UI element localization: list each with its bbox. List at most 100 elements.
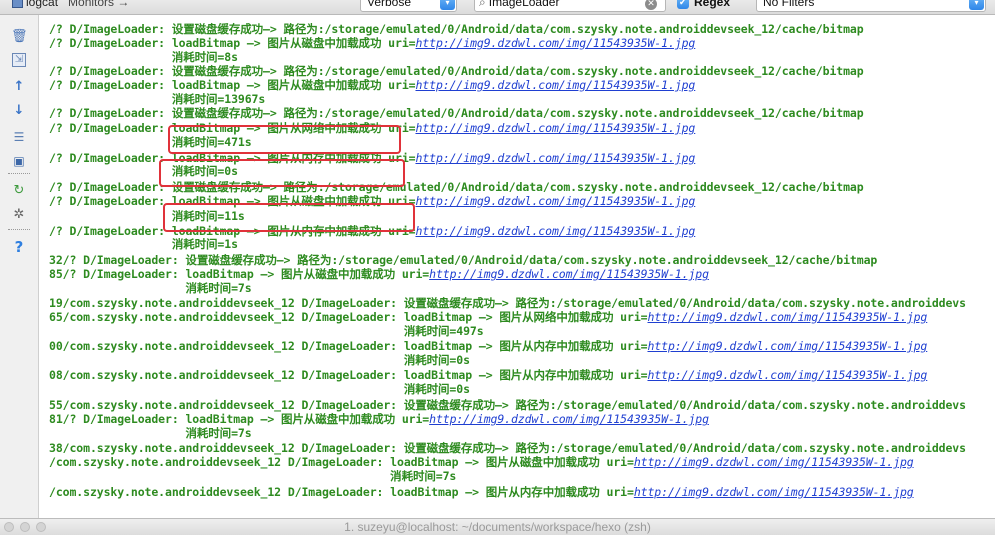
sidebar-divider [8, 229, 30, 230]
log-line: /? D/ImageLoader: loadBitmap —> 图片从磁盘中加载… [49, 37, 695, 50]
log-line: 32/? D/ImageLoader: 设置磁盘缓存成功—> 路径为:/stor… [49, 254, 877, 267]
log-url-link[interactable]: http://img9.dzdwl.com/img/11543935W-1.jp… [647, 310, 927, 324]
log-url-link[interactable]: http://img9.dzdwl.com/img/11543935W-1.jp… [415, 194, 695, 208]
settings-icon[interactable]: ✲ [11, 207, 27, 223]
regex-label: Regex [694, 0, 731, 9]
log-message: 55/com.szysky.note.androiddevseek_12 D/I… [49, 398, 966, 412]
tab-monitors[interactable]: Monitors → [68, 0, 129, 9]
log-message: 消耗时间=1s [49, 237, 238, 251]
log-line: 消耗时间=7s [49, 426, 252, 440]
log-message: 消耗时间=7s [49, 469, 457, 483]
chevron-down-icon: ▾ [440, 0, 455, 10]
log-line: /? D/ImageLoader: 设置磁盘缓存成功—> 路径为:/storag… [49, 23, 864, 36]
up-arrow-icon[interactable]: ↑ [11, 79, 27, 95]
highlight-box [163, 203, 415, 232]
log-url-link[interactable]: http://img9.dzdwl.com/img/11543935W-1.jp… [634, 485, 914, 499]
tool-tabs: logcat Monitors → [12, 0, 129, 9]
log-url-link[interactable]: http://img9.dzdwl.com/img/11543935W-1.jp… [415, 224, 695, 238]
terminal-title-bar: 1. suzeyu@localhost: ~/documents/workspa… [0, 518, 995, 535]
log-line: 消耗时间=13967s [49, 93, 265, 106]
chevron-down-icon: ▾ [969, 0, 984, 10]
logcat-icon [12, 0, 23, 9]
log-message: 消耗时间=8s [49, 50, 238, 64]
log-message: 消耗时间=7s [49, 426, 252, 440]
log-message: /? D/ImageLoader: 设置磁盘缓存成功—> 路径为:/storag… [49, 106, 864, 120]
trash-icon[interactable]: 🗑 [11, 29, 28, 45]
log-message: 消耗时间=7s [49, 281, 252, 295]
logcat-output[interactable]: /? D/ImageLoader: 设置磁盘缓存成功—> 路径为:/storag… [39, 15, 995, 518]
log-message: 消耗时间=0s [49, 353, 470, 367]
log-line: /? D/ImageLoader: loadBitmap —> 图片从磁盘中加载… [49, 79, 695, 92]
highlight-box [168, 125, 401, 154]
minimize-window-icon[interactable] [20, 522, 30, 532]
log-line: 65/com.szysky.note.androiddevseek_12 D/I… [49, 311, 927, 324]
log-line: 81/? D/ImageLoader: loadBitmap —> 图片从磁盘中… [49, 413, 709, 426]
search-icon: ⌕ [479, 0, 486, 9]
down-arrow-icon[interactable]: ↓ [11, 103, 27, 119]
log-url-link[interactable]: http://img9.dzdwl.com/img/11543935W-1.jp… [647, 339, 927, 353]
log-message: 消耗时间=0s [49, 382, 470, 396]
log-message: 38/com.szysky.note.androiddevseek_12 D/I… [49, 441, 966, 455]
log-line: 消耗时间=497s [49, 325, 484, 338]
log-line: 19/com.szysky.note.androiddevseek_12 D/I… [49, 297, 966, 310]
soft-wrap-icon[interactable]: ⇲ [12, 53, 26, 67]
logcat-sidebar: 🗑 ⇲ ↑ ↓ ☰ ▣ ↻ ✲ ? [0, 15, 39, 518]
log-message: 65/com.szysky.note.androiddevseek_12 D/I… [49, 310, 648, 324]
log-line: 85/? D/ImageLoader: loadBitmap —> 图片从磁盘中… [49, 268, 709, 281]
log-message: /? D/ImageLoader: 设置磁盘缓存成功—> 路径为:/storag… [49, 64, 864, 78]
log-message: 消耗时间=13967s [49, 92, 266, 106]
log-url-link[interactable]: http://img9.dzdwl.com/img/11543935W-1.jp… [647, 368, 927, 382]
log-message: 85/? D/ImageLoader: loadBitmap —> 图片从磁盘中… [49, 267, 430, 281]
log-message: /com.szysky.note.androiddevseek_12 D/Ima… [49, 455, 634, 469]
log-message: 19/com.szysky.note.androiddevseek_12 D/I… [49, 296, 966, 310]
log-level-select[interactable]: Verbose ▾ [360, 0, 457, 12]
log-line: 38/com.szysky.note.androiddevseek_12 D/I… [49, 442, 966, 455]
log-message: 08/com.szysky.note.androiddevseek_12 D/I… [49, 368, 648, 382]
search-value: ImageLoader [488, 0, 560, 9]
clear-search-icon[interactable]: ✕ [645, 0, 657, 10]
regex-checkbox[interactable]: ✓ Regex [677, 0, 730, 9]
log-line: /? D/ImageLoader: 设置磁盘缓存成功—> 路径为:/storag… [49, 107, 864, 120]
close-window-icon[interactable] [4, 522, 14, 532]
log-line: /? D/ImageLoader: 设置磁盘缓存成功—> 路径为:/storag… [49, 65, 864, 78]
log-line: 00/com.szysky.note.androiddevseek_12 D/I… [49, 340, 927, 353]
screenshot-icon[interactable]: ▣ [11, 153, 27, 169]
log-url-link[interactable]: http://img9.dzdwl.com/img/11543935W-1.jp… [415, 121, 695, 135]
checkmark-icon: ✓ [677, 0, 689, 9]
zoom-window-icon[interactable] [36, 522, 46, 532]
log-line: /com.szysky.note.androiddevseek_12 D/Ima… [49, 486, 914, 499]
log-url-link[interactable]: http://img9.dzdwl.com/img/11543935W-1.jp… [415, 36, 695, 50]
log-message: /? D/ImageLoader: 设置磁盘缓存成功—> 路径为:/storag… [49, 22, 864, 36]
log-line: 消耗时间=7s [49, 470, 456, 483]
restart-icon[interactable]: ↻ [11, 183, 27, 199]
log-message: 00/com.szysky.note.androiddevseek_12 D/I… [49, 339, 648, 353]
log-url-link[interactable]: http://img9.dzdwl.com/img/11543935W-1.jp… [415, 78, 695, 92]
log-url-link[interactable]: http://img9.dzdwl.com/img/11543935W-1.jp… [429, 412, 709, 426]
log-level-value: Verbose [367, 0, 412, 9]
terminal-title: 1. suzeyu@localhost: ~/documents/workspa… [344, 520, 651, 534]
logcat-toolbar: logcat Monitors → Verbose ▾ ⌕ ImageLoader … [0, 0, 995, 15]
log-line: 消耗时间=0s [49, 383, 470, 396]
highlight-box [159, 159, 405, 187]
filter-select[interactable]: No Filters ▾ [756, 0, 986, 12]
log-line: 消耗时间=8s [49, 51, 238, 64]
wrap-lines-icon[interactable]: ☰ [11, 129, 27, 145]
search-input[interactable]: ⌕ ImageLoader ✕ [474, 0, 666, 12]
log-message: /? D/ImageLoader: loadBitmap —> 图片从磁盘中加载… [49, 78, 416, 92]
log-url-link[interactable]: http://img9.dzdwl.com/img/11543935W-1.jp… [415, 151, 695, 165]
log-url-link[interactable]: http://img9.dzdwl.com/img/11543935W-1.jp… [429, 267, 709, 281]
log-line: 消耗时间=0s [49, 354, 470, 367]
sidebar-divider [8, 173, 30, 174]
log-message: 消耗时间=497s [49, 324, 484, 338]
log-message: /? D/ImageLoader: loadBitmap —> 图片从磁盘中加载… [49, 36, 416, 50]
tab-logcat[interactable]: logcat [26, 0, 58, 9]
log-message: 81/? D/ImageLoader: loadBitmap —> 图片从磁盘中… [49, 412, 430, 426]
log-url-link[interactable]: http://img9.dzdwl.com/img/11543935W-1.jp… [634, 455, 914, 469]
log-line: 55/com.szysky.note.androiddevseek_12 D/I… [49, 399, 966, 412]
help-icon[interactable]: ? [11, 239, 27, 255]
filter-value: No Filters [763, 0, 815, 9]
log-line: 08/com.szysky.note.androiddevseek_12 D/I… [49, 369, 927, 382]
log-line: /com.szysky.note.androiddevseek_12 D/Ima… [49, 456, 914, 469]
log-message: /com.szysky.note.androiddevseek_12 D/Ima… [49, 485, 634, 499]
log-message: 32/? D/ImageLoader: 设置磁盘缓存成功—> 路径为:/stor… [49, 253, 878, 267]
